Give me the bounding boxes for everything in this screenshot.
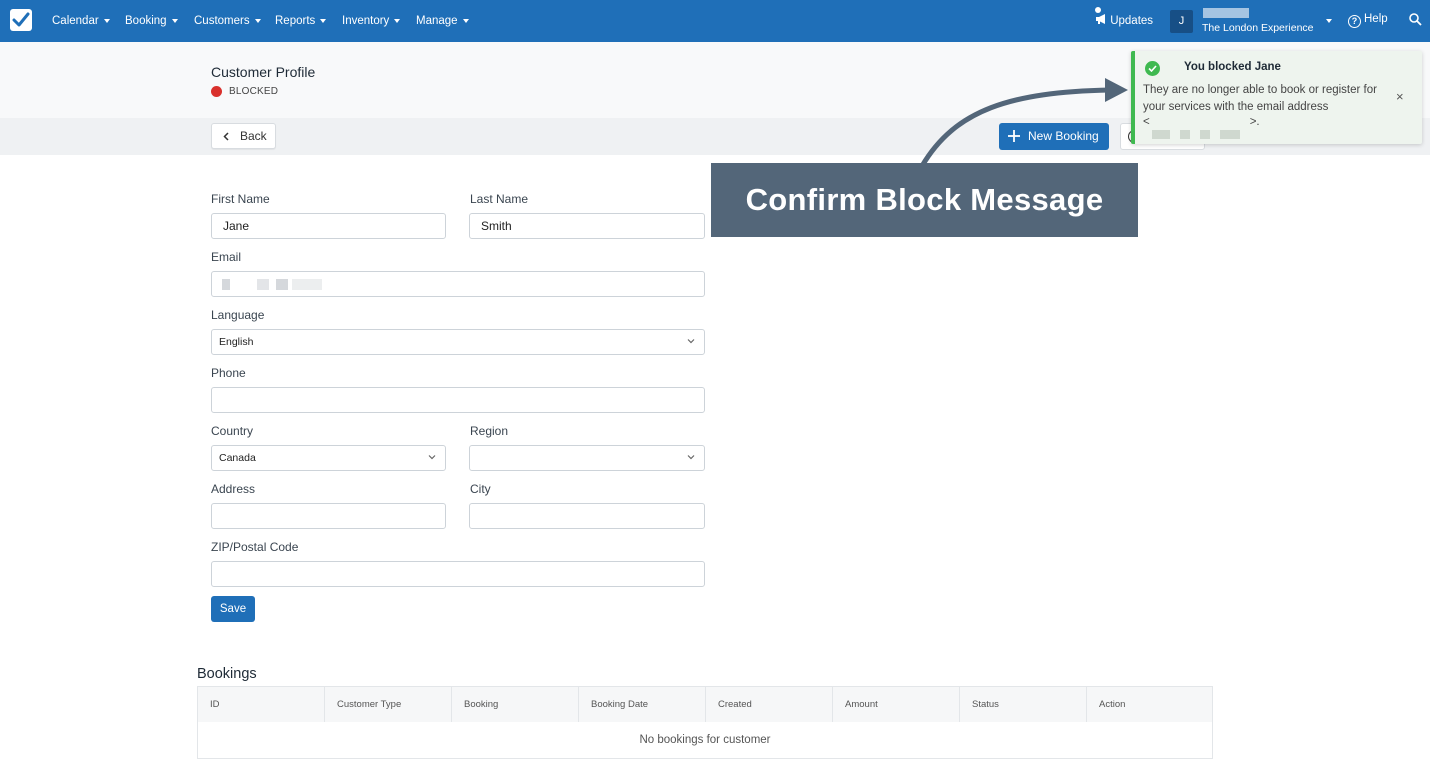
back-label: Back [240, 129, 267, 143]
chevron-down-icon [687, 339, 695, 344]
address-field[interactable] [211, 503, 446, 529]
account-chevron-down-icon[interactable] [1326, 19, 1332, 23]
cropped-text [203, 776, 313, 781]
updates-label: Updates [1110, 15, 1154, 27]
help-button[interactable]: ? Help [1348, 13, 1388, 28]
status-badge: BLOCKED [229, 86, 279, 97]
search-icon[interactable] [1409, 13, 1422, 26]
check-circle-icon [1145, 61, 1160, 76]
column-header[interactable]: Status [960, 687, 1087, 722]
nav-reports[interactable]: Reports [275, 0, 327, 42]
redacted-block [1219, 130, 1240, 139]
nav-booking-label: Booking [125, 15, 167, 27]
email-field[interactable] [211, 271, 705, 297]
page-title: Customer Profile [211, 64, 316, 80]
city-field[interactable] [469, 503, 705, 529]
country-select[interactable]: Canada [211, 445, 446, 471]
next-section-heading-cropped [203, 774, 313, 781]
redacted-email [276, 279, 288, 290]
redacted-user-name [1203, 8, 1249, 18]
nav-calendar-label: Calendar [52, 15, 99, 27]
column-header[interactable]: Customer Type [325, 687, 452, 722]
zip-label: ZIP/Postal Code [211, 540, 299, 554]
app-logo-icon[interactable] [10, 9, 32, 31]
avatar[interactable]: J [1170, 10, 1193, 33]
redacted-email [292, 279, 322, 290]
first-name-field[interactable]: Jane [211, 213, 446, 239]
city-label: City [470, 482, 491, 496]
nav-inventory[interactable]: Inventory [342, 0, 401, 42]
nav-customers[interactable]: Customers [194, 0, 261, 42]
close-icon[interactable]: × [1396, 89, 1404, 104]
nav-manage-label: Manage [416, 15, 458, 27]
nav-inventory-label: Inventory [342, 15, 390, 27]
nav-booking[interactable]: Booking [125, 0, 178, 42]
last-name-field[interactable]: Smith [469, 213, 705, 239]
chevron-down-icon [428, 455, 436, 460]
chevron-down-icon [687, 455, 695, 460]
toast-title: You blocked Jane [1184, 61, 1281, 73]
chevron-down-icon [254, 18, 261, 23]
status-dot-icon [211, 86, 222, 97]
redacted-block [1151, 130, 1170, 139]
table-header: ID Customer Type Booking Booking Date Cr… [198, 687, 1212, 722]
bookings-table: ID Customer Type Booking Booking Date Cr… [197, 686, 1213, 759]
column-header[interactable]: Amount [833, 687, 960, 722]
annotation-callout: Confirm Block Message [711, 163, 1138, 237]
back-button[interactable]: Back [211, 123, 276, 149]
toast-email-close: >. [1249, 116, 1260, 128]
column-header[interactable]: Created [706, 687, 833, 722]
nav-manage[interactable]: Manage [416, 0, 469, 42]
redacted-block [1179, 130, 1190, 139]
help-icon: ? [1348, 15, 1361, 28]
language-value: English [219, 336, 254, 348]
chevron-down-icon [394, 18, 401, 23]
notification-dot [1095, 7, 1101, 13]
redacted-block [1199, 130, 1210, 139]
column-header[interactable]: Booking Date [579, 687, 706, 722]
language-label: Language [211, 308, 265, 322]
zip-field[interactable] [211, 561, 705, 587]
success-toast: You blocked Jane They are no longer able… [1131, 51, 1422, 144]
country-label: Country [211, 424, 254, 438]
region-label: Region [470, 424, 509, 438]
redacted-email [222, 279, 230, 290]
country-value: Canada [219, 452, 256, 464]
save-button[interactable]: Save [211, 596, 255, 622]
address-label: Address [211, 482, 256, 496]
toast-message: They are no longer able to book or regis… [1143, 84, 1377, 113]
empty-table-message: No bookings for customer [639, 734, 771, 746]
chevron-down-icon [171, 18, 178, 23]
chevron-left-icon [223, 132, 229, 141]
first-name-label: First Name [211, 192, 270, 206]
toast-email: < >. [1143, 116, 1260, 139]
annotation-arrow-icon [919, 78, 1128, 169]
last-name-label: Last Name [470, 192, 529, 206]
chevron-down-icon [462, 18, 469, 23]
redacted-email [257, 279, 269, 290]
help-label: Help [1364, 13, 1388, 25]
toast-email-open: < [1143, 116, 1150, 128]
phone-field[interactable] [211, 387, 705, 413]
nav-calendar[interactable]: Calendar [52, 0, 110, 42]
column-header[interactable]: Booking [452, 687, 579, 722]
account-name[interactable]: The London Experience [1202, 22, 1314, 34]
column-header[interactable]: ID [198, 687, 325, 722]
bookings-heading: Bookings [197, 666, 257, 682]
region-select[interactable] [469, 445, 705, 471]
updates-button[interactable]: Updates [1095, 0, 1153, 42]
top-nav: Calendar Booking Customers Reports Inven… [0, 0, 1430, 42]
phone-label: Phone [211, 366, 246, 380]
nav-customers-label: Customers [194, 15, 250, 27]
nav-reports-label: Reports [275, 15, 316, 27]
megaphone-icon [1096, 14, 1105, 24]
email-label: Email [211, 250, 242, 264]
chevron-down-icon [320, 18, 327, 23]
column-header: Action [1099, 699, 1126, 710]
chevron-down-icon [103, 18, 110, 23]
language-select[interactable]: English [211, 329, 705, 355]
